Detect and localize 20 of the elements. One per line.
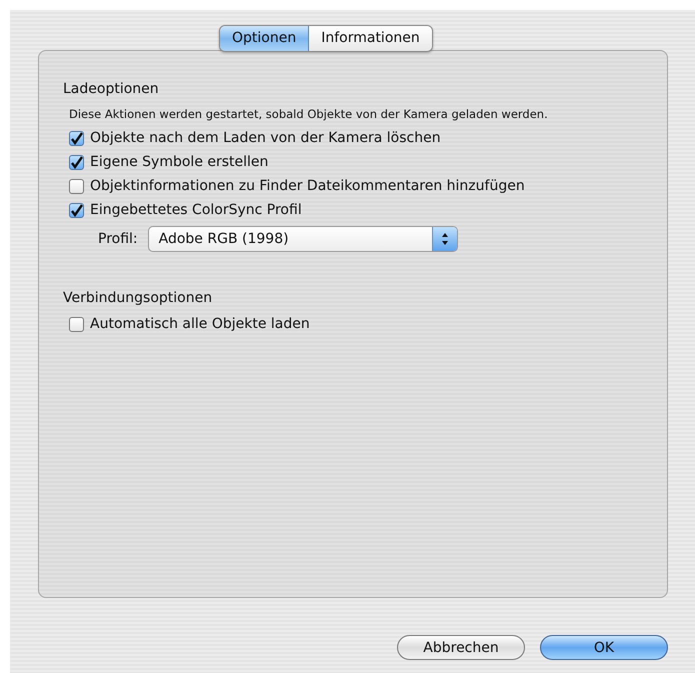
stepper-arrows-icon bbox=[440, 232, 449, 246]
checkbox-label: Automatisch alle Objekte laden bbox=[90, 316, 310, 332]
section-heading: Verbindungsoptionen bbox=[63, 290, 214, 306]
checkbox-label: Objektinformationen zu Finder Dateikommentaren hinzufügen bbox=[90, 178, 525, 194]
tab[interactable]: Informationen bbox=[309, 26, 432, 51]
dialog-button[interactable]: Abbrechen bbox=[397, 635, 525, 660]
checkbox[interactable] bbox=[69, 316, 84, 332]
section-heading: Ladeoptionen bbox=[63, 81, 160, 97]
tab[interactable]: Optionen bbox=[220, 26, 310, 51]
description-text: Diese Aktionen werden gestartet, sobald Objekte von der Kamera geladen werden. bbox=[69, 107, 549, 122]
checkbox[interactable] bbox=[69, 178, 84, 194]
default-button[interactable]: OK bbox=[540, 635, 668, 660]
checkbox[interactable] bbox=[69, 202, 84, 218]
checkbox-label: Eingebettetes ColorSync Profil bbox=[90, 202, 302, 218]
checkbox[interactable] bbox=[69, 154, 84, 170]
profile-popup[interactable]: Adobe RGB (1998) bbox=[148, 226, 458, 252]
checkbox-label: Eigene Symbole erstellen bbox=[90, 154, 268, 170]
checkbox-label: Objekte nach dem Laden von der Kamera löschen bbox=[90, 130, 441, 146]
profile-label: Profil: bbox=[98, 231, 138, 247]
checkbox[interactable] bbox=[69, 130, 84, 146]
